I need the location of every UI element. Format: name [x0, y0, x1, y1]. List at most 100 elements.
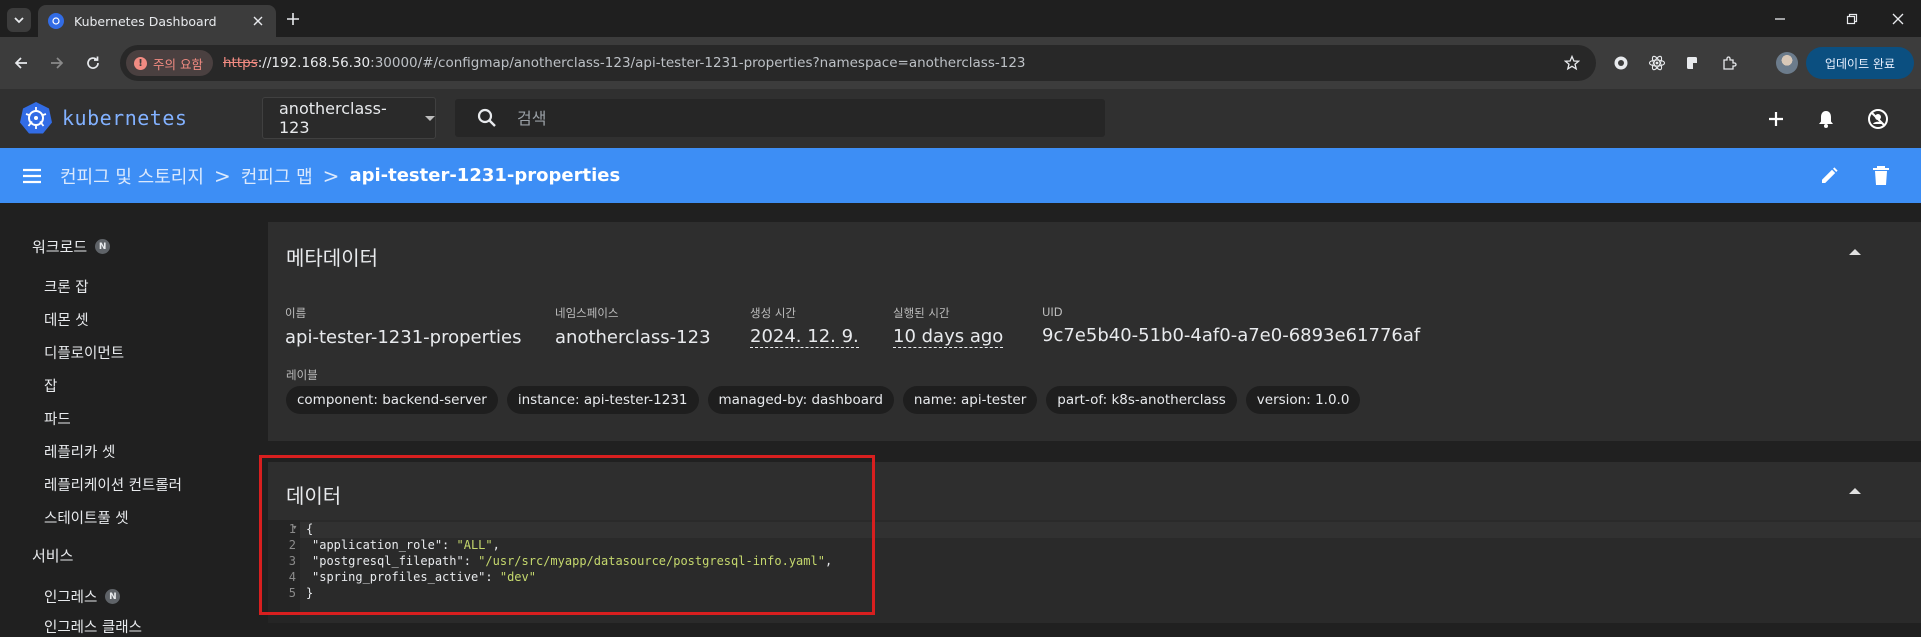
sidebar-item-daemonsets[interactable]: 데몬 셋: [44, 309, 89, 330]
search-icon: [477, 108, 496, 127]
json-value: "/usr/src/myapp/datasource/postgresql-in…: [478, 554, 825, 568]
sidebar-item-replicationcontrollers[interactable]: 레플리케이션 컨트롤러: [44, 474, 182, 495]
delete-trash-icon[interactable]: [1868, 163, 1894, 189]
collapse-chevron-icon[interactable]: [1849, 249, 1861, 255]
tab-search-chevron-icon[interactable]: [7, 8, 31, 32]
breadcrumb-configmaps[interactable]: 컨피그 맵: [241, 163, 313, 189]
field-label: 네임스페이스: [555, 306, 619, 320]
code-line: {: [306, 522, 314, 536]
label-chip: instance: api-tester-1231: [506, 386, 699, 414]
meta-field-namespace: 네임스페이스 anotherclass-123: [555, 305, 711, 348]
sidebar-item-ingressclasses[interactable]: 인그레스 클래스: [44, 616, 142, 637]
breadcrumb-separator: >: [213, 163, 231, 188]
tab-title: Kubernetes Dashboard: [74, 13, 217, 29]
reload-icon[interactable]: [80, 50, 106, 76]
react-devtools-icon[interactable]: [1644, 50, 1670, 76]
new-badge: N: [105, 589, 121, 604]
extension-circle-icon[interactable]: [1608, 50, 1634, 76]
code-line: "application_role": "ALL",: [312, 538, 500, 552]
meta-field-uid: UID 9c7e5b40-51b0-4af0-a7e0-6893e61776af: [1042, 305, 1420, 346]
sidebar-item-deployments[interactable]: 디플로이먼트: [44, 342, 124, 363]
sidebar-item-ingresses[interactable]: 인그레스 N: [44, 586, 121, 607]
field-value: 9c7e5b40-51b0-4af0-a7e0-6893e61776af: [1042, 325, 1421, 346]
sidebar-group-label: 서비스: [32, 547, 74, 565]
kubernetes-logo-icon: [20, 102, 52, 134]
forward-arrow-icon[interactable]: [44, 50, 70, 76]
collapse-chevron-icon[interactable]: [1849, 488, 1861, 494]
search-input[interactable]: [517, 108, 1017, 128]
close-tab-icon[interactable]: [248, 11, 268, 31]
sidebar-item-cronjobs[interactable]: 크론 잡: [44, 276, 89, 297]
namespace-selector[interactable]: anotherclass-123: [262, 97, 436, 139]
breadcrumb: 컨피그 및 스토리지 > 컨피그 맵 > api-tester-1231-pro…: [60, 148, 620, 203]
back-arrow-icon[interactable]: [8, 50, 34, 76]
field-label: 이름: [285, 306, 307, 320]
sidebar-group-services[interactable]: 서비스: [32, 545, 73, 566]
kubernetes-favicon-icon: [48, 13, 64, 29]
label-chip: version: 1.0.0: [1245, 386, 1361, 414]
json-key: "postgresql_filepath": [312, 554, 464, 568]
line-number: 4: [288, 570, 296, 584]
field-label: 실행된 시간: [893, 306, 950, 320]
breadcrumb-toolbar: 컨피그 및 스토리지 > 컨피그 맵 > api-tester-1231-pro…: [0, 148, 1921, 203]
browser-tab-strip: Kubernetes Dashboard: [0, 0, 1921, 37]
meta-field-created: 생성 시간 2024. 12. 9.: [750, 305, 859, 348]
label-chip: name: api-tester: [902, 386, 1038, 414]
security-warning-chip[interactable]: ! 주의 요함: [126, 50, 213, 76]
sidebar-item-statefulsets[interactable]: 스테이트풀 셋: [44, 507, 129, 528]
edit-pencil-icon[interactable]: [1816, 163, 1842, 189]
app-header: kubernetes anotherclass-123: [0, 89, 1921, 148]
labels-title: 레이블: [286, 368, 318, 382]
address-bar[interactable]: ! 주의 요함 https://192.168.56.30:30000/#/co…: [120, 45, 1596, 81]
metadata-title: 메타데이터: [286, 246, 378, 270]
sidebar-item-replicasets[interactable]: 레플리카 셋: [44, 441, 115, 462]
bookmark-star-icon[interactable]: [1562, 53, 1582, 73]
active-line-highlight: [300, 522, 1921, 538]
sidebar-item-jobs[interactable]: 잡: [44, 375, 57, 396]
field-value: api-tester-1231-properties: [285, 327, 522, 348]
close-window-icon[interactable]: [1875, 0, 1921, 37]
field-value[interactable]: 10 days ago: [893, 327, 1004, 348]
bell-icon[interactable]: [1812, 105, 1840, 133]
json-key: "application_role": [312, 538, 443, 552]
breadcrumb-config-storage[interactable]: 컨피그 및 스토리지: [60, 163, 204, 189]
plus-icon[interactable]: [1762, 105, 1790, 133]
profile-avatar[interactable]: [1776, 52, 1798, 74]
sidebar-item-label: 인그레스: [44, 590, 98, 606]
sidebar-item-pods[interactable]: 파드: [44, 408, 71, 429]
namespace-value: anotherclass-123: [279, 99, 387, 137]
field-value: anotherclass-123: [555, 327, 711, 348]
line-number: 2: [288, 538, 296, 552]
update-complete-button[interactable]: 업데이트 완료: [1806, 47, 1914, 79]
minimize-window-icon[interactable]: [1757, 0, 1803, 37]
fold-arrow-icon[interactable]: ▾: [292, 523, 297, 533]
breadcrumb-separator: >: [322, 163, 340, 188]
data-card: 데이터 1 ▾ 2 3 4 5 { "application_role": "A…: [268, 462, 1921, 623]
json-value: "dev": [499, 570, 536, 584]
field-label: 생성 시간: [750, 306, 796, 320]
search-bar[interactable]: [455, 99, 1105, 137]
sidebar-group-workloads[interactable]: 워크로드 N: [32, 236, 111, 257]
code-line: }: [306, 586, 314, 600]
sidebar-group-label: 워크로드: [32, 238, 88, 256]
extension-box-icon[interactable]: [1680, 50, 1706, 76]
field-value[interactable]: 2024. 12. 9.: [750, 327, 859, 348]
browser-tab[interactable]: Kubernetes Dashboard: [38, 5, 276, 37]
kubernetes-logo[interactable]: kubernetes: [18, 100, 187, 136]
new-tab-plus-icon[interactable]: [282, 8, 304, 30]
meta-field-name: 이름 api-tester-1231-properties: [285, 305, 522, 348]
restore-window-icon[interactable]: [1829, 0, 1875, 37]
new-badge: N: [95, 239, 111, 254]
line-number-gutter: 1 ▾ 2 3 4 5: [268, 520, 300, 623]
data-title: 데이터: [286, 484, 342, 508]
url-text: https://192.168.56.30:30000/#/configmap/…: [223, 55, 1026, 71]
line-number: 5: [288, 586, 296, 600]
extensions-puzzle-icon[interactable]: [1716, 50, 1742, 76]
line-number: 3: [288, 554, 296, 568]
url-host: ://192.168.56.30: [257, 55, 371, 71]
label-chip: component: backend-server: [286, 386, 498, 414]
code-editor[interactable]: 1 ▾ 2 3 4 5 { "application_role": "ALL",…: [268, 520, 1921, 623]
json-comma: ,: [824, 554, 833, 568]
menu-icon[interactable]: [20, 164, 44, 188]
incognito-icon[interactable]: [1864, 105, 1892, 133]
